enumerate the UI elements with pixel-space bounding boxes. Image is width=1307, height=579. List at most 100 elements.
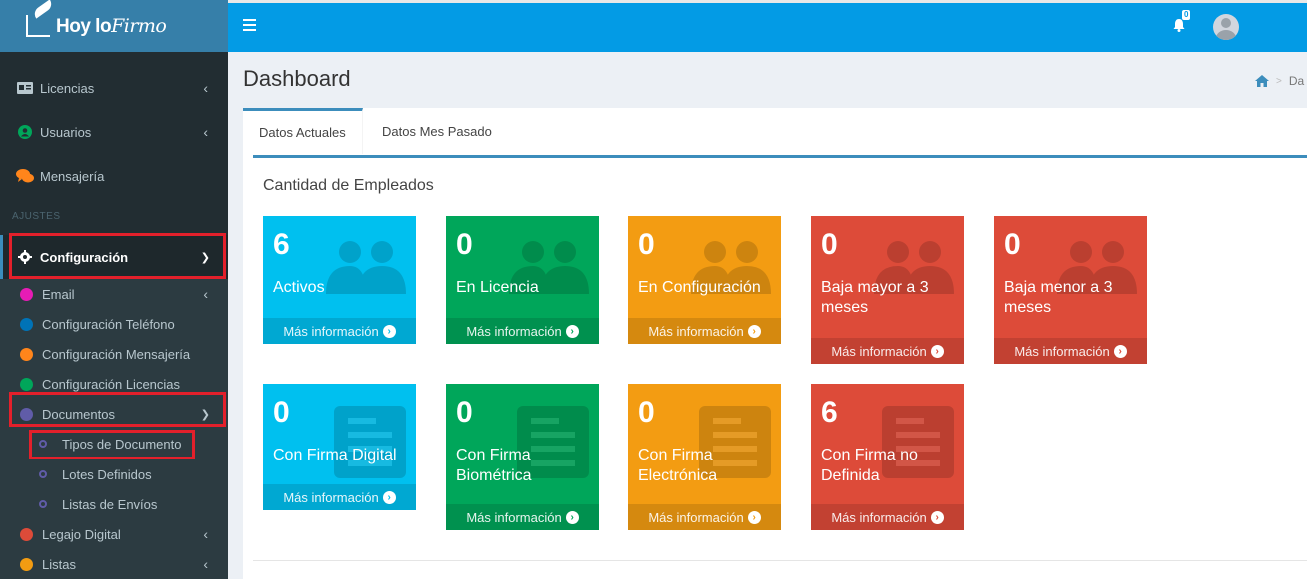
stat-card-en-licencia: 0 En Licencia Más información ›: [446, 216, 599, 344]
stat-label: Con Firma Digital: [273, 447, 397, 464]
arrow-circle-right-icon: ›: [382, 324, 396, 338]
home-icon[interactable]: [1255, 75, 1269, 87]
arrow-circle-right-icon: ›: [747, 324, 761, 338]
sidebar-subitem-label: Email: [42, 286, 75, 302]
user-circle-icon: [16, 125, 34, 139]
menu-toggle-icon[interactable]: [243, 19, 256, 31]
breadcrumb-separator-icon: >: [1276, 75, 1282, 87]
breadcrumb-current[interactable]: Da: [1289, 74, 1304, 88]
breadcrumb: > Da: [1255, 74, 1304, 88]
stat-label: Baja menor a 3 meses: [1004, 279, 1113, 316]
circle-outline-icon: [39, 500, 47, 508]
stat-card-firma-biometrica: 0 Con Firma Biométrica Más información ›: [446, 384, 599, 530]
tab-datos-mes-pasado[interactable]: Datos Mes Pasado: [366, 108, 508, 154]
stat-card-baja-menor: 0 Baja menor a 3 meses Más información ›: [994, 216, 1147, 364]
circle-icon: [20, 347, 33, 361]
circle-icon: [20, 377, 33, 391]
tab-content: Cantidad de Empleados 6 Activos Más info…: [253, 155, 1307, 561]
sidebar-subitem-config-telefono[interactable]: Configuración Teléfono: [0, 309, 228, 339]
tab-datos-actuales[interactable]: Datos Actuales: [243, 108, 363, 154]
stat-card-firma-no-definida: 6 Con Firma no Definida Más información ›: [811, 384, 964, 530]
more-info-link[interactable]: Más información ›: [994, 338, 1147, 364]
stat-value: 0: [638, 396, 655, 429]
signature-icon: [26, 15, 50, 37]
sidebar-subitem-label: Legajo Digital: [42, 526, 121, 542]
sidebar-subitem-lotes-definidos[interactable]: Lotes Definidos: [0, 459, 228, 489]
user-avatar[interactable]: [1213, 14, 1239, 40]
sidebar-item-label: Usuarios: [40, 124, 92, 140]
highlight-box-documentos: [9, 392, 226, 427]
circle-outline-icon: [39, 470, 47, 478]
more-info-link[interactable]: Más información ›: [446, 504, 599, 530]
stat-value: 0: [638, 228, 655, 261]
arrow-circle-right-icon: ›: [565, 510, 579, 524]
notifications-badge: 0: [1182, 10, 1191, 20]
bell-icon[interactable]: [1172, 18, 1186, 32]
arrow-circle-right-icon: ›: [565, 324, 579, 338]
top-navbar: 0: [228, 0, 1307, 52]
stat-label: Con Firma Biométrica: [456, 447, 532, 484]
sidebar-subitem-listas[interactable]: Listas ‹: [0, 549, 228, 579]
arrow-circle-right-icon: ›: [930, 344, 944, 358]
sidebar-subitem-config-mensajeria[interactable]: Configuración Mensajería: [0, 339, 228, 369]
more-info-link[interactable]: Más información ›: [811, 338, 964, 364]
more-info-link[interactable]: Más información ›: [628, 504, 781, 530]
sidebar: Hoy loFirmo Licencias ‹ Usuarios ‹ Mensa…: [0, 0, 228, 579]
stat-value: 0: [1004, 228, 1021, 261]
id-card-icon: [16, 82, 34, 94]
more-info-link[interactable]: Más información ›: [263, 484, 416, 510]
stat-value: 6: [273, 228, 290, 261]
circle-icon: [20, 527, 33, 541]
brand-logo[interactable]: Hoy loFirmo: [0, 0, 228, 52]
arrow-circle-right-icon: ›: [382, 490, 396, 504]
circle-icon: [20, 287, 33, 301]
sidebar-subitem-label: Listas: [42, 556, 76, 572]
stat-label: Con Firma no Definida: [821, 447, 918, 484]
stat-label: En Licencia: [456, 279, 539, 296]
sidebar-subitem-legajo-digital[interactable]: Legajo Digital ‹: [0, 519, 228, 549]
sidebar-subitem-listas-envios[interactable]: Listas de Envíos: [0, 489, 228, 519]
document-icon: [334, 406, 406, 478]
sidebar-item-label: Licencias: [40, 80, 95, 96]
sidebar-item-usuarios[interactable]: Usuarios ‹: [0, 110, 228, 154]
stat-card-firma-electronica: 0 Con Firma Electrónica Más información ›: [628, 384, 781, 530]
more-info-link[interactable]: Más información ›: [811, 504, 964, 530]
stat-label: Con Firma Electrónica: [638, 447, 718, 484]
stat-value: 0: [821, 228, 838, 261]
sidebar-item-label: Mensajería: [40, 168, 105, 184]
stat-card-activos: 6 Activos Más información ›: [263, 216, 416, 344]
page-title: Dashboard: [243, 66, 351, 91]
sidebar-item-licencias[interactable]: Licencias ‹: [0, 66, 228, 110]
section-title: Cantidad de Empleados: [263, 177, 434, 194]
stat-card-en-configuracion: 0 En Configuración Más información ›: [628, 216, 781, 344]
dashboard-panel: Datos Actuales Datos Mes Pasado Cantidad…: [243, 108, 1307, 579]
chevron-left-icon: ‹: [203, 124, 208, 140]
sidebar-item-mensajeria[interactable]: Mensajería: [0, 154, 228, 198]
sidebar-subitem-label: Configuración Mensajería: [42, 346, 191, 362]
stat-value: 0: [456, 396, 473, 429]
highlight-box-tipos-documento: [29, 430, 195, 460]
chevron-left-icon: ‹: [203, 80, 208, 96]
sidebar-subitem-email[interactable]: Email ‹: [0, 279, 228, 309]
circle-icon: [20, 317, 33, 331]
arrow-circle-right-icon: ›: [1113, 344, 1127, 358]
chat-icon: [16, 169, 34, 183]
more-info-link[interactable]: Más información ›: [446, 318, 599, 344]
stat-label: Activos: [273, 279, 325, 296]
stat-value: 0: [273, 396, 290, 429]
arrow-circle-right-icon: ›: [747, 510, 761, 524]
stat-label: Baja mayor a 3 meses: [821, 279, 929, 316]
chevron-left-icon: ‹: [203, 556, 208, 572]
arrow-circle-right-icon: ›: [930, 510, 944, 524]
sidebar-subitem-label: Configuración Licencias: [42, 376, 181, 392]
sidebar-subitem-label: Listas de Envíos: [62, 496, 158, 512]
sidebar-subitem-label: Configuración Teléfono: [42, 316, 175, 332]
more-info-link[interactable]: Más información ›: [263, 318, 416, 344]
stat-card-baja-mayor: 0 Baja mayor a 3 meses Más información ›: [811, 216, 964, 364]
chevron-left-icon: ‹: [203, 526, 208, 542]
stat-value: 6: [821, 396, 838, 429]
more-info-link[interactable]: Más información ›: [628, 318, 781, 344]
stat-card-firma-digital: 0 Con Firma Digital Más información ›: [263, 384, 416, 510]
sidebar-section-header: AJUSTES: [12, 211, 61, 222]
chevron-left-icon: ‹: [203, 286, 208, 302]
